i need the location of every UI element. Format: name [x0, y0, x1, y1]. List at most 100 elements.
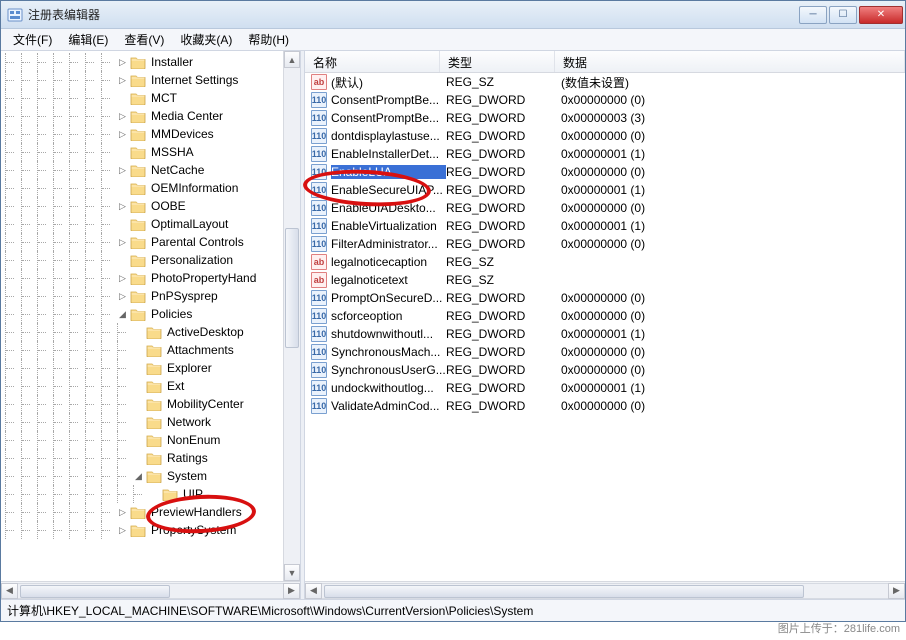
tree-item[interactable]: UIP... [1, 485, 300, 503]
list-item[interactable]: 110ValidateAdminCod...REG_DWORD0x0000000… [305, 397, 905, 415]
scroll-left-icon[interactable]: ◀ [305, 583, 322, 599]
tree-item[interactable]: Attachments [1, 341, 300, 359]
expand-icon[interactable]: ▷ [117, 291, 128, 302]
scroll-right-icon[interactable]: ▶ [283, 583, 300, 599]
expand-icon[interactable]: ▷ [117, 111, 128, 122]
list-item[interactable]: ablegalnoticetextREG_SZ [305, 271, 905, 289]
value-data: 0x00000001 (1) [561, 381, 905, 395]
value-data: 0x00000001 (1) [561, 147, 905, 161]
tree-item[interactable]: ▷PreviewHandlers [1, 503, 300, 521]
tree-hscroll[interactable]: ◀ ▶ [1, 581, 300, 599]
folder-icon [130, 271, 146, 285]
menu-help[interactable]: 帮助(H) [240, 29, 297, 50]
list-item[interactable]: 110EnableInstallerDet...REG_DWORD0x00000… [305, 145, 905, 163]
expand-icon[interactable]: ▷ [117, 57, 128, 68]
value-type: REG_DWORD [446, 183, 561, 197]
folder-icon [146, 325, 162, 339]
tree-item[interactable]: Network [1, 413, 300, 431]
collapse-icon[interactable]: ◢ [117, 309, 128, 320]
menu-file[interactable]: 文件(F) [5, 29, 60, 50]
tree-item[interactable]: ▷MMDevices [1, 125, 300, 143]
scroll-down-icon[interactable]: ▼ [284, 564, 300, 581]
tree-item[interactable]: Explorer [1, 359, 300, 377]
expand-icon[interactable]: ▷ [117, 273, 128, 284]
list-item[interactable]: 110SynchronousMach...REG_DWORD0x00000000… [305, 343, 905, 361]
tree-item[interactable]: Ext [1, 377, 300, 395]
list-item[interactable]: 110ConsentPromptBe...REG_DWORD0x00000000… [305, 91, 905, 109]
string-value-icon: ab [311, 254, 327, 270]
tree-item[interactable]: ▷Media Center [1, 107, 300, 125]
tree-item[interactable]: ▷PropertySystem [1, 521, 300, 539]
tree-item[interactable]: Ratings [1, 449, 300, 467]
tree-item[interactable]: MCT [1, 89, 300, 107]
col-type[interactable]: 类型 [440, 51, 555, 72]
tree-item[interactable]: ▷PhotoPropertyHand [1, 269, 300, 287]
scroll-right-icon[interactable]: ▶ [888, 583, 905, 599]
value-name: EnableSecureUIAP... [331, 183, 446, 197]
scroll-left-icon[interactable]: ◀ [1, 583, 18, 599]
list-hscroll[interactable]: ◀ ▶ [305, 581, 905, 599]
list-item[interactable]: 110shutdownwithoutl...REG_DWORD0x0000000… [305, 325, 905, 343]
list-item[interactable]: 110SynchronousUserG...REG_DWORD0x0000000… [305, 361, 905, 379]
list-item[interactable]: 110FilterAdministrator...REG_DWORD0x0000… [305, 235, 905, 253]
menu-view[interactable]: 查看(V) [116, 29, 172, 50]
scroll-up-icon[interactable]: ▲ [284, 51, 300, 68]
tree-item[interactable]: ▷OOBE [1, 197, 300, 215]
collapse-icon[interactable]: ◢ [133, 471, 144, 482]
minimize-button[interactable]: ─ [799, 6, 827, 24]
tree-item[interactable]: ◢Policies [1, 305, 300, 323]
list-item[interactable]: 110dontdisplaylastuse...REG_DWORD0x00000… [305, 127, 905, 145]
list-item[interactable]: ablegalnoticecaptionREG_SZ [305, 253, 905, 271]
tree-item[interactable]: Personalization [1, 251, 300, 269]
titlebar[interactable]: 注册表编辑器 ─ ☐ ✕ [1, 1, 905, 29]
close-button[interactable]: ✕ [859, 6, 903, 24]
expand-icon[interactable]: ▷ [117, 75, 128, 86]
tree-vscroll-thumb[interactable] [285, 228, 299, 348]
list-item[interactable]: 110EnableLUAREG_DWORD0x00000000 (0) [305, 163, 905, 181]
list-item[interactable]: 110scforceoptionREG_DWORD0x00000000 (0) [305, 307, 905, 325]
tree-hscroll-thumb[interactable] [20, 585, 170, 598]
expand-icon[interactable]: ▷ [117, 129, 128, 140]
dword-value-icon: 110 [311, 362, 327, 378]
tree-item[interactable]: ActiveDesktop [1, 323, 300, 341]
list-item[interactable]: ab(默认)REG_SZ(数值未设置) [305, 73, 905, 91]
value-type: REG_DWORD [446, 291, 561, 305]
tree-item[interactable]: ▷Parental Controls [1, 233, 300, 251]
tree-item[interactable]: MobilityCenter [1, 395, 300, 413]
value-type: REG_SZ [446, 273, 561, 287]
folder-icon [162, 487, 178, 501]
list-item[interactable]: 110PromptOnSecureD...REG_DWORD0x00000000… [305, 289, 905, 307]
menu-edit[interactable]: 编辑(E) [60, 29, 116, 50]
tree-item-label: Internet Settings [149, 73, 240, 87]
list-item[interactable]: 110EnableVirtualizationREG_DWORD0x000000… [305, 217, 905, 235]
expand-icon[interactable]: ▷ [117, 507, 128, 518]
list-item[interactable]: 110ConsentPromptBe...REG_DWORD0x00000003… [305, 109, 905, 127]
tree-item[interactable]: ◢System [1, 467, 300, 485]
list-item[interactable]: 110EnableSecureUIAP...REG_DWORD0x0000000… [305, 181, 905, 199]
tree-item[interactable]: ▷ NetCache [1, 161, 300, 179]
expand-icon[interactable]: ▷ [117, 237, 128, 248]
list-hscroll-thumb[interactable] [324, 585, 804, 598]
tree-item[interactable]: ▷PnPSysprep [1, 287, 300, 305]
tree-item[interactable]: OptimalLayout [1, 215, 300, 233]
value-data: 0x00000000 (0) [561, 363, 905, 377]
list-item[interactable]: 110EnableUIADeskto...REG_DWORD0x00000000… [305, 199, 905, 217]
col-name[interactable]: 名称 [305, 51, 440, 72]
tree-item[interactable]: ▷ Internet Settings [1, 71, 300, 89]
tree-item-label: NonEnum [165, 433, 222, 447]
tree-item[interactable]: MSSHA [1, 143, 300, 161]
tree-item[interactable]: OEMInformation [1, 179, 300, 197]
col-data[interactable]: 数据 [555, 51, 905, 72]
expand-icon[interactable]: ▷ [117, 201, 128, 212]
tree-item[interactable]: ▷Installer [1, 53, 300, 71]
tree-vscroll[interactable]: ▲ ▼ [283, 51, 300, 581]
dword-value-icon: 110 [311, 218, 327, 234]
tree-item-label: NetCache [149, 163, 206, 177]
maximize-button[interactable]: ☐ [829, 6, 857, 24]
expand-icon[interactable]: ▷ [117, 525, 128, 536]
menu-favorites[interactable]: 收藏夹(A) [172, 29, 240, 50]
value-type: REG_DWORD [446, 327, 561, 341]
expand-icon[interactable]: ▷ [117, 165, 128, 176]
list-item[interactable]: 110undockwithoutlog...REG_DWORD0x0000000… [305, 379, 905, 397]
tree-item[interactable]: NonEnum [1, 431, 300, 449]
